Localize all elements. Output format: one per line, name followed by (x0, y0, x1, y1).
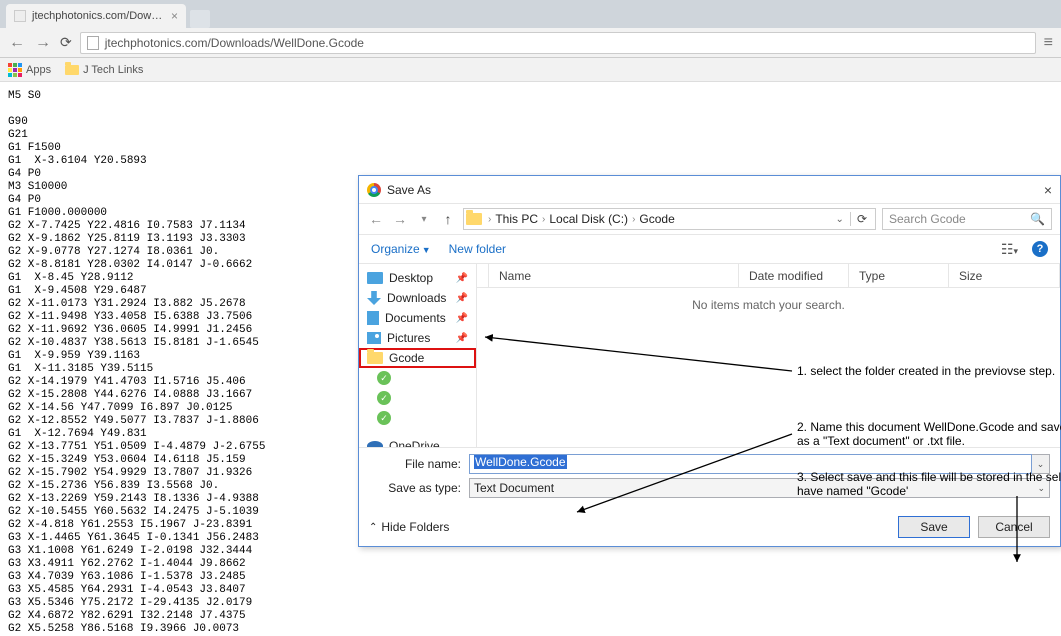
nav-back-icon[interactable]: ← (367, 211, 385, 227)
tree-sub2[interactable]: ✓ (359, 388, 476, 408)
tree-pictures[interactable]: Pictures📌 (359, 328, 476, 348)
folder-tree: Desktop📌 Downloads📌 Documents📌 Pictures📌… (359, 264, 477, 447)
check-icon: ✓ (377, 411, 391, 425)
tree-onedrive[interactable]: OneDrive (359, 436, 476, 447)
documents-icon (367, 311, 379, 325)
file-list-pane: Name Date modified Type Size No items ma… (477, 264, 1060, 447)
search-icon: 🔍 (1030, 212, 1045, 226)
dialog-title: Save As (387, 183, 1016, 197)
pictures-icon (367, 332, 381, 344)
desktop-icon (367, 272, 383, 284)
nav-fwd-icon[interactable]: → (391, 211, 409, 227)
tree-documents[interactable]: Documents📌 (359, 308, 476, 328)
chevron-down-icon: ▼ (422, 245, 431, 255)
browser-tab-bar: jtechphotonics.com/Dow… × (0, 0, 1061, 28)
bookmarks-bar: Apps J Tech Links (0, 58, 1061, 82)
check-icon: ✓ (377, 391, 391, 405)
tab-favicon (14, 10, 26, 22)
chevron-up-icon: ⌃ (369, 522, 377, 533)
crumb-dropdown-icon[interactable]: ⌄ (832, 214, 848, 225)
page-icon (87, 36, 99, 50)
url-text: jtechphotonics.com/Downloads/WellDone.Gc… (105, 36, 364, 50)
chevron-right-icon: › (630, 214, 637, 225)
tree-gcode[interactable]: Gcode (359, 348, 476, 368)
chevron-right-icon: › (540, 214, 547, 225)
apps-shortcut[interactable]: Apps (8, 63, 51, 77)
chrome-icon (367, 183, 381, 197)
folder-icon (65, 65, 79, 75)
nav-recent-icon[interactable]: ▾ (415, 214, 433, 225)
pin-icon: 📌 (456, 313, 468, 324)
browser-toolbar: ← → ⟳ jtechphotonics.com/Downloads/WellD… (0, 28, 1061, 58)
search-placeholder: Search Gcode (889, 212, 966, 226)
new-folder-button[interactable]: New folder (449, 242, 506, 256)
refresh-icon[interactable]: ⟳ (850, 212, 873, 226)
tab-close-icon[interactable]: × (171, 9, 178, 23)
nav-up-icon[interactable]: ↑ (439, 211, 457, 227)
breadcrumb[interactable]: › This PC › Local Disk (C:) › Gcode ⌄ ⟳ (463, 208, 876, 230)
check-icon: ✓ (377, 371, 391, 385)
crumb-gcode[interactable]: Gcode (639, 212, 674, 226)
pin-icon: 📌 (456, 333, 468, 344)
forward-button[interactable]: → (34, 34, 52, 52)
dialog-titlebar: Save As × (359, 176, 1060, 204)
close-icon[interactable]: × (1022, 182, 1052, 198)
dialog-nav: ← → ▾ ↑ › This PC › Local Disk (C:) › Gc… (359, 204, 1060, 234)
chevron-right-icon: › (486, 214, 493, 225)
browser-menu-icon[interactable]: ≡ (1044, 34, 1053, 52)
tree-sub1[interactable]: ✓ (359, 368, 476, 388)
view-options-icon[interactable]: ☷▾ (1001, 241, 1018, 258)
pin-icon: 📌 (456, 293, 468, 304)
reload-button[interactable]: ⟳ (60, 34, 72, 51)
filename-label: File name: (369, 457, 469, 471)
address-bar[interactable]: jtechphotonics.com/Downloads/WellDone.Gc… (80, 32, 1036, 54)
search-input[interactable]: Search Gcode 🔍 (882, 208, 1052, 230)
folder-icon (466, 213, 482, 225)
crumb-this-pc[interactable]: This PC (495, 212, 538, 226)
tree-desktop[interactable]: Desktop📌 (359, 268, 476, 288)
bookmark-folder[interactable]: J Tech Links (65, 64, 143, 76)
tab-title: jtechphotonics.com/Dow… (32, 10, 162, 22)
tree-sub3[interactable]: ✓ (359, 408, 476, 428)
type-label: Save as type: (369, 481, 469, 495)
folder-icon (367, 352, 383, 364)
tree-downloads[interactable]: Downloads📌 (359, 288, 476, 308)
organize-button[interactable]: Organize▼ (371, 242, 431, 256)
pin-icon: 📌 (456, 273, 468, 284)
apps-icon (8, 63, 22, 77)
help-icon[interactable]: ? (1032, 241, 1048, 257)
downloads-icon (367, 291, 381, 305)
gcode-content: M5 S0 G90 G21 G1 F1500 G1 X-3.6104 Y20.5… (8, 90, 265, 636)
crumb-local-disk[interactable]: Local Disk (C:) (549, 212, 628, 226)
hide-folders-toggle[interactable]: ⌃ Hide Folders (369, 520, 449, 534)
back-button[interactable]: ← (8, 34, 26, 52)
dialog-toolbar: Organize▼ New folder ☷▾ ? (359, 234, 1060, 264)
browser-tab[interactable]: jtechphotonics.com/Dow… × (6, 4, 186, 28)
annotation-arrows (477, 264, 1057, 574)
new-tab-button[interactable] (190, 10, 210, 28)
save-as-dialog: Save As × ← → ▾ ↑ › This PC › Local Disk… (358, 175, 1061, 547)
